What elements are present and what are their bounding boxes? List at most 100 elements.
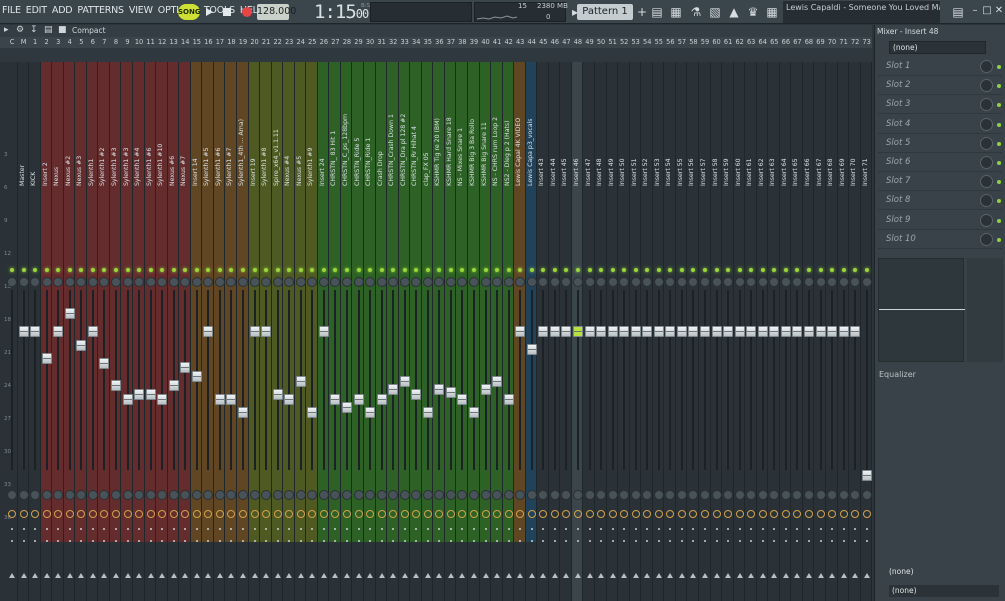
volume-fader[interactable] — [630, 326, 641, 337]
track-number[interactable]: 26 — [318, 38, 330, 46]
route-arrow-icon[interactable] — [367, 573, 374, 578]
stereo-knob[interactable] — [561, 490, 572, 500]
pan-knob[interactable] — [87, 277, 98, 287]
pan-knob[interactable] — [642, 277, 653, 287]
stereo-knob[interactable] — [134, 490, 145, 500]
volume-fader[interactable] — [99, 358, 110, 370]
pan-knob[interactable] — [827, 277, 838, 287]
slot-enable-led[interactable] — [997, 122, 1001, 127]
mixer-track-22[interactable]: Spire_x64_v1.1.11 — [272, 62, 284, 601]
track-number[interactable]: 63 — [745, 38, 757, 46]
route-arrow-icon[interactable] — [471, 573, 477, 578]
pan-knob[interactable] — [838, 277, 849, 287]
volume-fader[interactable] — [261, 326, 272, 337]
mixer-track-53[interactable]: Insert 51 — [630, 62, 642, 601]
route-arrow-icon[interactable] — [216, 573, 223, 578]
route-dot[interactable] — [380, 540, 383, 542]
route-dot[interactable] — [623, 528, 626, 530]
volume-fader[interactable] — [330, 394, 341, 406]
pan-knob[interactable] — [653, 277, 664, 287]
route-dot[interactable] — [646, 528, 649, 530]
pan-knob[interactable] — [238, 277, 248, 287]
route-dot[interactable] — [207, 528, 210, 530]
mixer-menu-arrow-icon[interactable]: ▸ — [4, 25, 9, 35]
volume-fader[interactable] — [365, 407, 376, 418]
route-dot[interactable] — [322, 528, 325, 530]
volume-fader[interactable] — [827, 326, 838, 337]
route-dot[interactable] — [357, 528, 360, 530]
pan-knob[interactable] — [538, 277, 549, 287]
route-arrow-icon[interactable] — [263, 573, 270, 578]
stereo-knob[interactable] — [422, 490, 433, 500]
eq-graph[interactable] — [878, 258, 965, 362]
route-dot[interactable] — [565, 528, 568, 530]
track-number[interactable]: 39 — [468, 38, 480, 46]
pattern-selector[interactable]: Pattern 1 — [577, 4, 633, 20]
route-arrow-icon[interactable] — [274, 573, 281, 578]
route-dot[interactable] — [184, 528, 187, 530]
send-icon[interactable] — [839, 510, 848, 518]
track-enable-led[interactable] — [148, 268, 153, 272]
volume-fader[interactable] — [18, 326, 29, 337]
route-dot[interactable] — [288, 540, 291, 542]
route-dot[interactable] — [796, 528, 799, 530]
route-dot[interactable] — [865, 528, 868, 530]
send-icon[interactable] — [366, 510, 375, 518]
mixer-track-57[interactable]: Insert 55 — [676, 62, 688, 601]
route-arrow-icon[interactable] — [89, 573, 96, 578]
send-icon[interactable] — [389, 510, 398, 518]
route-dot[interactable] — [253, 540, 256, 542]
stereo-knob[interactable] — [526, 490, 537, 500]
pan-knob[interactable] — [700, 277, 710, 287]
route-dot[interactable] — [103, 540, 106, 542]
route-dot[interactable] — [369, 528, 372, 530]
track-number[interactable]: 64 — [757, 38, 769, 46]
send-icon[interactable] — [735, 510, 744, 518]
route-dot[interactable] — [680, 540, 683, 542]
track-enable-led[interactable] — [610, 268, 615, 272]
route-dot[interactable] — [484, 528, 487, 530]
track-number[interactable]: 5 — [75, 38, 87, 46]
route-arrow-icon[interactable] — [736, 573, 743, 578]
track-number[interactable]: 11 — [145, 38, 157, 46]
stereo-knob[interactable] — [122, 490, 133, 500]
volume-fader[interactable] — [561, 326, 572, 337]
stereo-knob[interactable] — [110, 490, 121, 500]
stereo-knob[interactable] — [330, 490, 341, 500]
route-arrow-icon[interactable] — [771, 573, 778, 578]
track-enable-led[interactable] — [264, 268, 269, 272]
volume-fader[interactable] — [457, 394, 468, 406]
mixer-track-72[interactable]: Insert 70 — [849, 62, 861, 601]
track-enable-led[interactable] — [830, 268, 835, 272]
track-enable-led[interactable] — [368, 268, 373, 272]
track-number[interactable]: 7 — [98, 38, 110, 46]
volume-fader[interactable] — [607, 326, 618, 337]
track-enable-led[interactable] — [448, 268, 453, 272]
track-enable-led[interactable] — [10, 268, 14, 272]
route-dot[interactable] — [299, 528, 302, 530]
volume-fader[interactable] — [87, 326, 98, 337]
slot-enable-led[interactable] — [997, 103, 1001, 108]
route-dot[interactable] — [715, 540, 718, 542]
pan-knob[interactable] — [723, 277, 734, 287]
volume-fader[interactable] — [792, 326, 803, 337]
stereo-knob[interactable] — [388, 490, 399, 500]
route-dot[interactable] — [669, 540, 672, 542]
effect-slot-9[interactable]: Slot 9 — [878, 212, 1002, 230]
track-enable-led[interactable] — [125, 268, 130, 272]
track-number[interactable]: 27 — [329, 38, 341, 46]
route-dot[interactable] — [80, 528, 83, 530]
send-icon[interactable] — [562, 510, 571, 518]
route-dot[interactable] — [438, 540, 441, 542]
track-number[interactable]: 29 — [353, 38, 365, 46]
route-dot[interactable] — [415, 540, 418, 542]
route-dot[interactable] — [854, 540, 857, 542]
route-dot[interactable] — [218, 540, 221, 542]
stereo-knob[interactable] — [700, 490, 710, 500]
mixer-track-56[interactable]: Insert 54 — [664, 62, 676, 601]
route-dot[interactable] — [276, 540, 279, 542]
tempo-display[interactable]: 128.000 — [257, 4, 296, 20]
send-icon[interactable] — [342, 510, 351, 518]
send-icon[interactable] — [504, 510, 513, 518]
pan-knob[interactable] — [53, 277, 64, 287]
